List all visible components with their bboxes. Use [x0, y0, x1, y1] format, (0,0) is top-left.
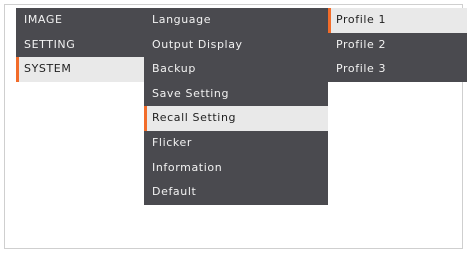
submenu-item-information[interactable]: Information [144, 156, 328, 181]
menu-item-label: IMAGE [24, 13, 63, 26]
submenu-item-label: Output Display [152, 37, 243, 51]
submenu-item-save-setting[interactable]: Save Setting [144, 82, 328, 107]
menu-item-label: SYSTEM [24, 62, 72, 76]
profile-item-label: Profile 3 [336, 62, 387, 76]
submenu-item-label: Default [152, 185, 197, 199]
menu-item-setting[interactable]: SETTING [16, 33, 144, 58]
menu-item-system[interactable]: SYSTEM [16, 57, 144, 82]
submenu-item-recall-setting[interactable]: Recall Setting [144, 106, 328, 131]
submenu-item-label: Information [152, 160, 223, 174]
submenu-item-language[interactable]: Language [144, 8, 328, 33]
profile-item-1[interactable]: Profile 1 [328, 8, 467, 33]
submenu-item-label: Save Setting [152, 86, 230, 100]
profile-item-3[interactable]: Profile 3 [328, 57, 467, 82]
system-submenu: Language Output Display Backup Save Sett… [144, 8, 328, 205]
submenu-item-output-display[interactable]: Output Display [144, 33, 328, 58]
profile-item-label: Profile 1 [336, 13, 387, 26]
submenu-item-default[interactable]: Default [144, 180, 328, 205]
submenu-item-label: Language [152, 13, 212, 26]
profile-submenu: Profile 1 Profile 2 Profile 3 [328, 8, 467, 82]
submenu-item-backup[interactable]: Backup [144, 57, 328, 82]
profile-item-label: Profile 2 [336, 37, 387, 51]
profile-item-2[interactable]: Profile 2 [328, 33, 467, 58]
submenu-item-label: Flicker [152, 135, 192, 149]
submenu-item-label: Recall Setting [152, 111, 237, 125]
submenu-item-flicker[interactable]: Flicker [144, 131, 328, 156]
submenu-item-label: Backup [152, 62, 196, 76]
menu-item-image[interactable]: IMAGE [16, 8, 144, 33]
menu-item-label: SETTING [24, 37, 76, 51]
main-menu: IMAGE SETTING SYSTEM [16, 8, 144, 82]
